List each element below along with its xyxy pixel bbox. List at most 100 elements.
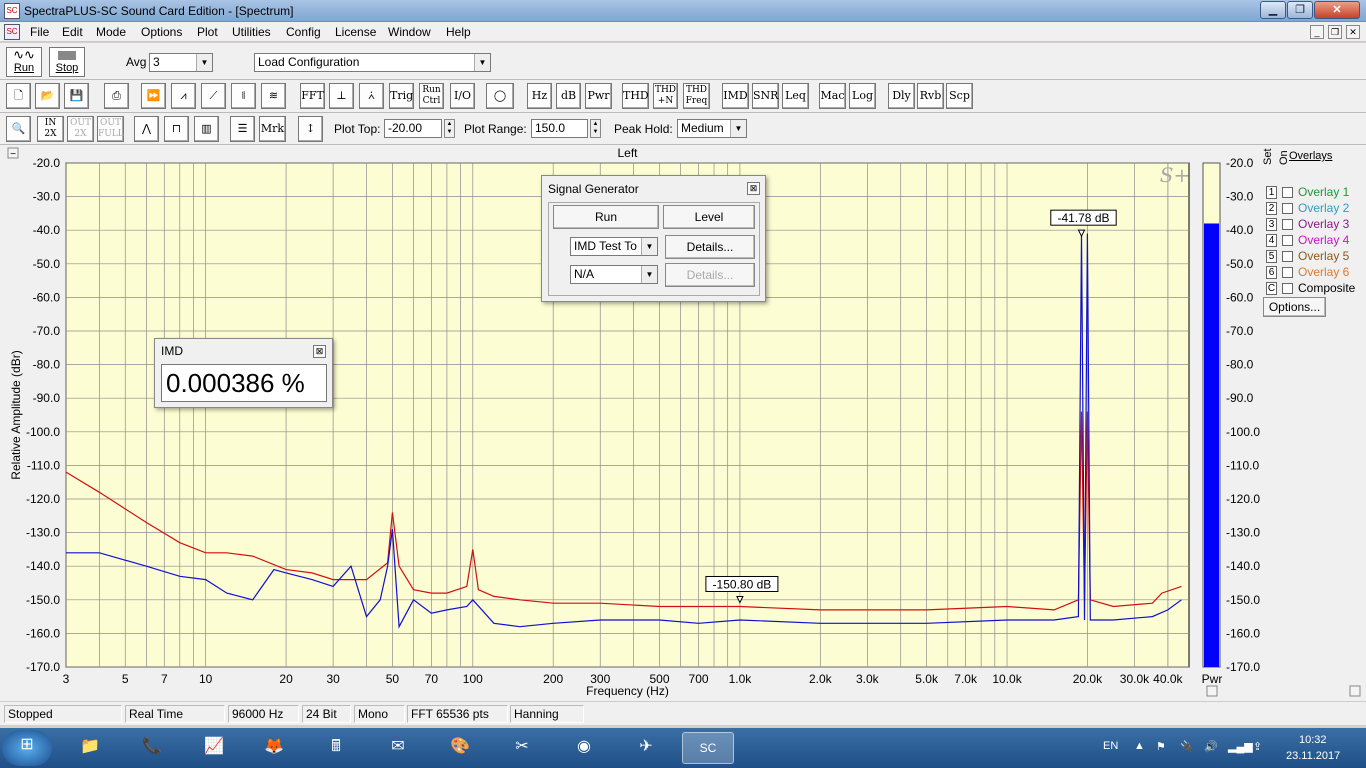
siggen-run-button[interactable]: Run — [553, 205, 659, 229]
log-button[interactable]: Log — [849, 83, 876, 109]
calculator-icon[interactable]: 🖩 — [310, 732, 362, 764]
signal-icon[interactable]: ▂▄▆ — [1228, 740, 1253, 753]
close-icon[interactable]: ⊠ — [747, 182, 760, 195]
menu-help[interactable]: Help — [446, 25, 471, 39]
volume-icon[interactable]: 🔊 — [1204, 740, 1218, 753]
mdi-minimize-button[interactable]: _ — [1310, 25, 1324, 39]
ramp-icon[interactable]: ⟋ — [201, 83, 226, 109]
run-ctrl-button[interactable]: Run Ctrl — [419, 83, 444, 109]
io-button[interactable]: I/O — [450, 83, 475, 109]
zoom-out-full-button[interactable]: OUT FULL — [97, 116, 124, 142]
db-button[interactable]: dB — [556, 83, 581, 109]
overlay-set-button[interactable]: C — [1266, 282, 1277, 295]
paint-icon[interactable]: 🎨 — [434, 732, 486, 764]
thd-button[interactable]: THD — [622, 83, 649, 109]
power-icon[interactable]: 🔌 — [1180, 740, 1194, 753]
signal-generator-icon[interactable]: ◯ — [486, 83, 514, 109]
overlay-checkbox[interactable] — [1282, 267, 1293, 278]
language-indicator[interactable]: EN — [1103, 740, 1118, 752]
vertical-scale-icon[interactable]: ↕ — [298, 116, 323, 142]
rvb-button[interactable]: Rvb — [917, 83, 944, 109]
upload-icon[interactable]: ⇪ — [1253, 740, 1262, 753]
restore-button[interactable]: ❐ — [1287, 1, 1313, 19]
overlay-set-button[interactable]: 2 — [1266, 202, 1277, 215]
overlay-checkbox[interactable] — [1282, 235, 1293, 246]
bars-icon[interactable]: ▥ — [194, 116, 219, 142]
trigger-icon[interactable]: ⩑ — [359, 83, 384, 109]
trig-button[interactable]: Trig — [389, 83, 414, 109]
clock-time[interactable]: 10:32 — [1299, 734, 1327, 746]
spectrogram-icon[interactable]: ⧛ — [231, 83, 256, 109]
overlay-set-button[interactable]: 6 — [1266, 266, 1277, 279]
zoom-in-2x-button[interactable]: IN 2X — [37, 116, 64, 142]
siggen-na-select[interactable]: N/A ▼ — [570, 265, 658, 284]
run-button[interactable]: ∿∿ Run — [6, 47, 42, 77]
overlay-set-button[interactable]: 1 — [1266, 186, 1277, 199]
overlay-options-button[interactable]: Options... — [1263, 297, 1326, 317]
menu-plot[interactable]: Plot — [197, 25, 218, 39]
telegram-icon[interactable]: ✈ — [620, 732, 672, 764]
overlay-set-button[interactable]: 4 — [1266, 234, 1277, 247]
chrome-icon[interactable]: ◉ — [558, 732, 610, 764]
step-icon[interactable]: ⊓ — [164, 116, 189, 142]
bar-meter-icon[interactable]: ⊥ — [329, 83, 354, 109]
siggen-level-button[interactable]: Level — [663, 205, 755, 229]
viber-icon[interactable]: 📞 — [126, 732, 178, 764]
close-icon[interactable]: ⊠ — [313, 345, 326, 358]
config-select[interactable]: Load Configuration ▼ — [254, 53, 491, 72]
mac-button[interactable]: Mac — [819, 83, 846, 109]
mdi-restore-button[interactable]: ❐ — [1328, 25, 1342, 39]
siggen-details-button[interactable]: Details... — [665, 235, 755, 259]
siggen-details2-button[interactable]: Details... — [665, 263, 755, 287]
scp-button[interactable]: Scp — [946, 83, 973, 109]
mail-icon[interactable]: ✉ — [372, 732, 424, 764]
overlay-set-button[interactable]: 5 — [1266, 250, 1277, 263]
chart-app-icon[interactable]: 📈 — [188, 732, 240, 764]
minimize-button[interactable]: ▁ — [1260, 1, 1286, 19]
siggen-mode-select[interactable]: IMD Test To ▼ — [570, 237, 658, 256]
marker-button[interactable]: Mrk — [259, 116, 286, 142]
overlay-checkbox[interactable] — [1282, 203, 1293, 214]
overlay-checkbox[interactable] — [1282, 251, 1293, 262]
document-icon[interactable]: SC — [4, 24, 20, 40]
menu-utilities[interactable]: Utilities — [232, 25, 271, 39]
fast-forward-icon[interactable]: ⏩ — [141, 83, 166, 109]
show-hidden-icons-icon[interactable]: ▲ — [1134, 740, 1145, 752]
peak-icon[interactable]: ⋀ — [134, 116, 159, 142]
3d-plot-icon[interactable]: ≋ — [261, 83, 286, 109]
overlay-set-button[interactable]: 3 — [1266, 218, 1277, 231]
print-icon[interactable]: ⎙ — [104, 83, 129, 109]
list-icon[interactable]: ☰ — [230, 116, 255, 142]
clock-date[interactable]: 23.11.2017 — [1286, 750, 1340, 762]
collapse-icon[interactable] — [1349, 685, 1361, 697]
menu-window[interactable]: Window — [388, 25, 431, 39]
avg-select[interactable]: 3 ▼ — [149, 53, 213, 72]
imd-button[interactable]: IMD — [722, 83, 749, 109]
dly-button[interactable]: Dly — [888, 83, 915, 109]
collapse-icon[interactable] — [1206, 685, 1218, 697]
menu-edit[interactable]: Edit — [62, 25, 83, 39]
mdi-close-button[interactable]: ✕ — [1346, 25, 1360, 39]
plot-range-spinner[interactable]: ▲ ▼ — [590, 119, 601, 138]
snr-button[interactable]: SNR — [752, 83, 779, 109]
menu-config[interactable]: Config — [286, 25, 321, 39]
overlay-checkbox[interactable] — [1282, 219, 1293, 230]
save-icon[interactable]: 💾 — [64, 83, 89, 109]
pwr-button[interactable]: Pwr — [585, 83, 612, 109]
plot-top-input[interactable]: -20.00 — [384, 119, 442, 138]
thdn-button[interactable]: THD +N — [653, 83, 678, 109]
thd-freq-button[interactable]: THD Freq — [683, 83, 710, 109]
overlay-checkbox[interactable] — [1282, 187, 1293, 198]
spectraplus-taskbar-icon[interactable]: SC — [682, 732, 734, 764]
waveform-view-icon[interactable]: ⩘ — [171, 83, 196, 109]
signal-generator-dialog[interactable]: Signal Generator ⊠ Run Level IMD Test To… — [541, 175, 766, 302]
hz-button[interactable]: Hz — [527, 83, 552, 109]
snipping-tool-icon[interactable]: ✂ — [496, 732, 548, 764]
overlay-checkbox[interactable] — [1282, 283, 1293, 294]
leq-button[interactable]: Leq — [782, 83, 809, 109]
new-file-icon[interactable]: 🗋 — [6, 83, 31, 109]
plot-top-spinner[interactable]: ▲ ▼ — [444, 119, 455, 138]
menu-mode[interactable]: Mode — [96, 25, 126, 39]
magnifier-icon[interactable]: 🔍 — [6, 116, 31, 142]
peak-hold-select[interactable]: Medium ▼ — [677, 119, 747, 138]
